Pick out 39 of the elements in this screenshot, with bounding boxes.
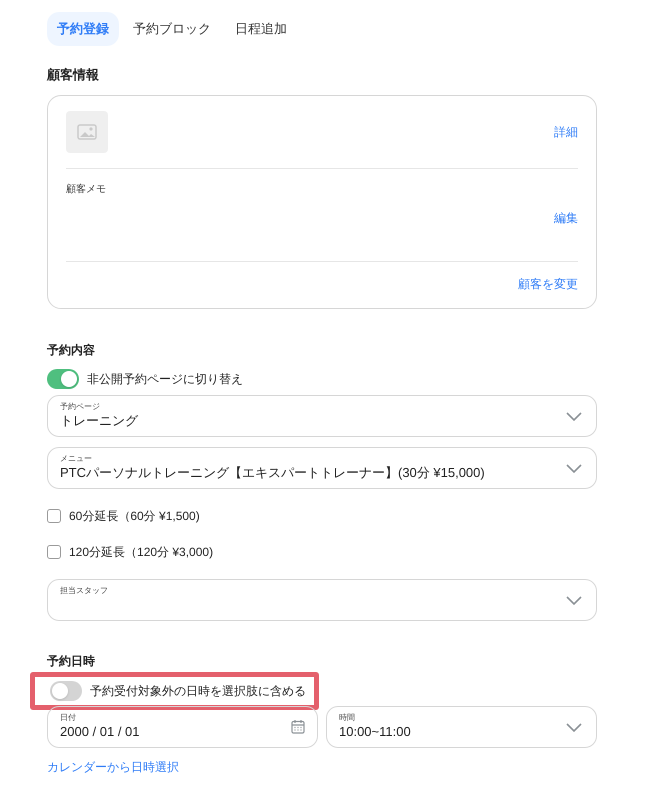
toggle-label: 予約受付対象外の日時を選択肢に含める	[90, 682, 306, 700]
section-heading: 予約内容	[47, 342, 96, 358]
checkbox[interactable]	[47, 544, 61, 558]
field-label: 日付	[60, 712, 77, 722]
field-value: 10:00~11:00	[339, 722, 412, 740]
select-field[interactable]: メニュー PTCパーソナルトレーニング【エキスパートトレーナー】(30分 ¥15,000)	[47, 446, 597, 488]
checkbox-label: 60分延長（60分 ¥1,500)	[69, 508, 200, 524]
toggle-switch[interactable]	[47, 368, 79, 388]
edit-link[interactable]: 編集	[554, 208, 578, 226]
select-field[interactable]: 予約ページ トレーニング	[47, 394, 597, 436]
date-field[interactable]: 日付 2000 / 01 / 01	[47, 706, 318, 748]
chevron-down-icon	[566, 464, 582, 474]
field-value: トレーニング	[60, 412, 140, 430]
toggle-label: 非公開予約ページに切り替え	[87, 370, 243, 388]
chevron-down-icon	[566, 412, 582, 422]
select-field[interactable]: 担当スタッフ	[47, 578, 597, 620]
chevron-down-icon	[566, 596, 582, 606]
tab[interactable]: 予約ブロック	[123, 12, 221, 46]
tab[interactable]: 予約登録	[47, 12, 119, 46]
toggle-switch[interactable]	[50, 680, 82, 700]
checkbox-label: 120分延長（120分 ¥3,000)	[69, 544, 214, 560]
tab[interactable]: 日程追加	[225, 12, 297, 46]
details-link[interactable]: 詳細	[554, 122, 578, 140]
calendar-icon	[291, 718, 305, 734]
section-heading: 予約日時	[47, 652, 96, 670]
section-heading: 顧客情報	[47, 66, 100, 84]
field-value: PTCパーソナルトレーニング【エキスパートトレーナー】(30分 ¥15,000)	[60, 464, 486, 482]
select-field[interactable]: 時間 10:00~11:00	[326, 706, 597, 748]
field-label: 担当スタッフ	[60, 586, 109, 596]
change-customer-link[interactable]: 顧客を変更	[518, 274, 578, 292]
image-icon	[77, 124, 97, 140]
chevron-down-icon	[566, 722, 582, 732]
field-label: メニュー	[60, 454, 93, 464]
calendar-link[interactable]: カレンダーから日時選択	[47, 758, 179, 776]
field-value: 2000 / 01 / 01	[60, 722, 141, 740]
field-label: 時間	[339, 712, 356, 722]
field-label: 予約ページ	[60, 402, 101, 412]
checkbox[interactable]	[47, 508, 61, 522]
memo-label: 顧客メモ	[66, 182, 107, 196]
